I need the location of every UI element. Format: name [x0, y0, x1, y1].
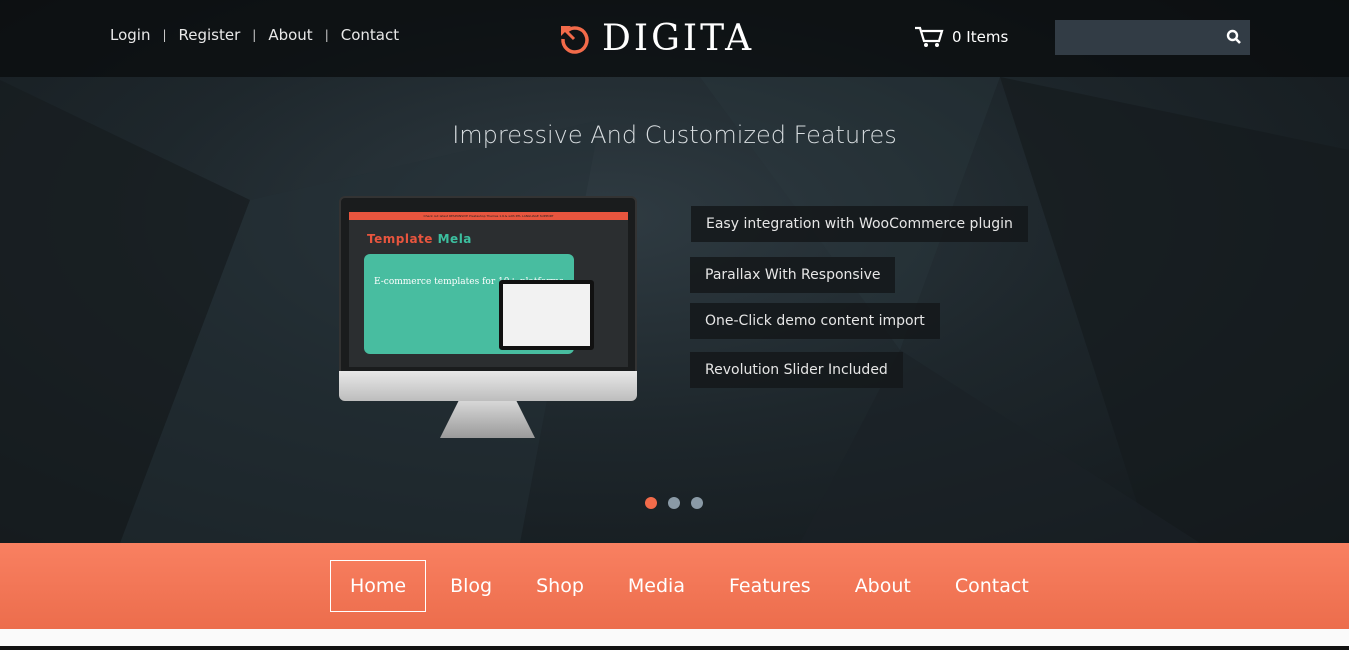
main-nav: Home Blog Shop Media Features About Cont… — [0, 543, 1349, 629]
search-input[interactable] — [1055, 20, 1215, 55]
divider — [0, 646, 1349, 650]
feature-item: Easy integration with WooCommerce plugin — [691, 206, 1028, 242]
nav-about[interactable]: About — [835, 560, 931, 612]
nav-features[interactable]: Features — [709, 560, 831, 612]
nav-shop[interactable]: Shop — [516, 560, 604, 612]
nav-media[interactable]: Media — [608, 560, 705, 612]
feature-item: Parallax With Responsive — [690, 257, 896, 293]
register-link[interactable]: Register — [179, 26, 241, 44]
search-icon[interactable] — [1226, 29, 1242, 45]
account-links: Login | Register | About | Contact — [110, 26, 400, 44]
nav-contact[interactable]: Contact — [935, 560, 1049, 612]
logo[interactable]: DIGITA — [558, 18, 754, 59]
logo-refresh-icon — [561, 25, 589, 54]
feature-item: Revolution Slider Included — [690, 352, 903, 388]
cart-icon — [915, 26, 944, 47]
feature-item: One-Click demo content import — [690, 303, 940, 339]
slider-pagination — [645, 497, 703, 509]
about-link[interactable]: About — [268, 26, 312, 44]
devices-image — [499, 280, 594, 350]
nav-home[interactable]: Home — [330, 560, 427, 612]
login-link[interactable]: Login — [110, 26, 150, 44]
contact-link[interactable]: Contact — [341, 26, 399, 44]
polygon-background — [0, 77, 1349, 543]
hero-slider: Login | Register | About | Contact DIGIT… — [0, 0, 1349, 543]
slide-dot-2[interactable] — [668, 497, 680, 509]
monitor-image: Check out latest RESPONSIVE Prestashop T… — [339, 196, 637, 401]
nav-blog[interactable]: Blog — [430, 560, 512, 612]
slide-dot-1[interactable] — [645, 497, 657, 509]
cart-count: 0 Items — [952, 28, 1009, 46]
search-box — [1055, 20, 1250, 55]
cart-button[interactable]: 0 Items — [914, 26, 1008, 48]
slide-dot-3[interactable] — [691, 497, 703, 509]
hero-headline: Impressive And Customized Features — [452, 121, 897, 149]
